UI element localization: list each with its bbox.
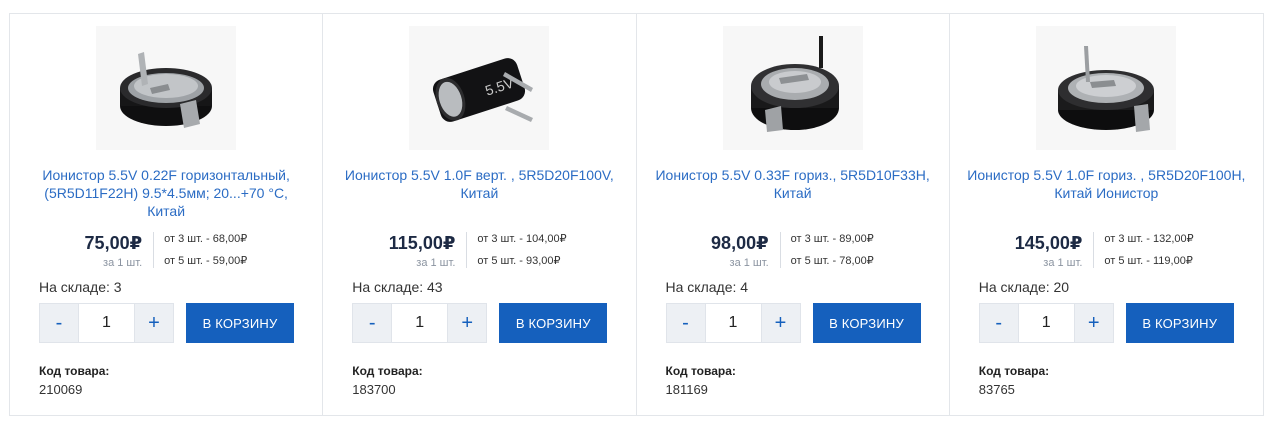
- price-tier-3: от 3 шт. - 104,00₽: [477, 233, 567, 245]
- decrease-button[interactable]: -: [666, 304, 705, 342]
- product-card: 5.5V Ионистор 5.5V 1.0F верт. , 5R5D20F1…: [323, 14, 637, 415]
- increase-button[interactable]: +: [761, 304, 800, 342]
- price-tiers: от 3 шт. - 132,00₽ от 5 шт. - 119,00₽: [1104, 232, 1193, 276]
- product-card: Ионистор 5.5V 0.22F горизонтальный, (5R5…: [10, 14, 324, 415]
- price-main: 145,00₽ за 1 шт.: [1015, 232, 1083, 270]
- price-tiers: от 3 шт. - 89,00₽ от 5 шт. - 78,00₽: [791, 232, 874, 276]
- product-image[interactable]: [722, 26, 863, 150]
- price-tier-5: от 5 шт. - 59,00₽: [164, 255, 248, 267]
- add-to-cart-button[interactable]: В КОРЗИНУ: [1125, 303, 1234, 343]
- quantity-stepper: - +: [978, 303, 1114, 343]
- price-block: 145,00₽ за 1 шт. от 3 шт. - 132,00₽ от 5…: [950, 232, 1263, 272]
- decrease-button[interactable]: -: [353, 304, 392, 342]
- price-divider: [1093, 232, 1095, 268]
- price-value: 75,00₽: [84, 233, 143, 253]
- product-code-label: Код товара:: [665, 364, 736, 378]
- price-tier-5: от 5 шт. - 119,00₽: [1104, 255, 1193, 267]
- price-block: 75,00₽ за 1 шт. от 3 шт. - 68,00₽ от 5 ш…: [10, 232, 322, 272]
- price-tiers: от 3 шт. - 68,00₽ от 5 шт. - 59,00₽: [164, 232, 247, 276]
- price-main: 115,00₽ за 1 шт.: [389, 232, 456, 270]
- product-code-value: 181169: [665, 382, 708, 397]
- product-code-label: Код товара:: [39, 364, 110, 378]
- price-unit: за 1 шт.: [103, 257, 143, 269]
- quantity-stepper: - +: [665, 303, 801, 343]
- product-card: Ионистор 5.5V 1.0F гориз. , 5R5D20F100H,…: [950, 14, 1263, 415]
- quantity-input[interactable]: [78, 304, 135, 342]
- price-value: 115,00₽: [388, 233, 456, 253]
- decrease-button[interactable]: -: [979, 304, 1018, 342]
- product-code-label: Код товара:: [352, 364, 423, 378]
- price-unit: за 1 шт.: [1043, 257, 1083, 269]
- price-divider: [153, 232, 155, 268]
- product-code-value: 183700: [352, 382, 396, 397]
- price-tier-3: от 3 шт. - 132,00₽: [1104, 233, 1194, 245]
- increase-button[interactable]: +: [1074, 304, 1113, 342]
- product-image[interactable]: 5.5V: [409, 26, 550, 150]
- price-block: 98,00₽ за 1 шт. от 3 шт. - 89,00₽ от 5 ш…: [637, 232, 949, 272]
- price-divider: [466, 232, 468, 268]
- product-code-value: 210069: [39, 382, 83, 397]
- product-image[interactable]: [96, 26, 237, 150]
- quantity-input[interactable]: [391, 304, 449, 342]
- add-to-cart-button[interactable]: В КОРЗИНУ: [499, 303, 608, 343]
- product-title-link[interactable]: Ионистор 5.5V 1.0F гориз. , 5R5D20F100H,…: [964, 166, 1249, 202]
- price-divider: [779, 232, 781, 268]
- price-value: 145,00₽: [1014, 233, 1083, 253]
- quantity-input[interactable]: [1017, 304, 1075, 342]
- product-title-link[interactable]: Ионистор 5.5V 1.0F верт. , 5R5D20F100V, …: [337, 166, 621, 202]
- product-card: Ионистор 5.5V 0.33F гориз., 5R5D10F33H, …: [637, 14, 950, 415]
- price-tier-3: от 3 шт. - 89,00₽: [790, 233, 874, 245]
- price-value: 98,00₽: [711, 233, 769, 253]
- stock-status: На складе: 20: [978, 279, 1070, 295]
- price-unit: за 1 шт.: [729, 257, 769, 269]
- price-unit: за 1 шт.: [416, 257, 456, 269]
- product-code-label: Код товара:: [978, 364, 1050, 378]
- add-to-cart-button[interactable]: В КОРЗИНУ: [812, 303, 921, 343]
- price-main: 98,00₽ за 1 шт.: [711, 232, 769, 270]
- quantity-stepper: - +: [39, 303, 174, 343]
- price-tier-3: от 3 шт. - 68,00₽: [164, 233, 248, 245]
- increase-button[interactable]: +: [448, 304, 487, 342]
- quantity-stepper: - +: [352, 303, 488, 343]
- price-main: 75,00₽ за 1 шт.: [85, 232, 143, 270]
- product-grid: Ионистор 5.5V 0.22F горизонтальный, (5R5…: [9, 13, 1264, 416]
- stock-status: На складе: 43: [352, 279, 443, 295]
- price-tier-5: от 5 шт. - 93,00₽: [477, 255, 561, 267]
- product-title-link[interactable]: Ионистор 5.5V 0.22F горизонтальный, (5R5…: [24, 166, 308, 220]
- stock-status: На складе: 3: [39, 279, 122, 295]
- product-title-link[interactable]: Ионистор 5.5V 0.33F гориз., 5R5D10F33H, …: [651, 166, 935, 202]
- quantity-input[interactable]: [704, 304, 762, 342]
- decrease-button[interactable]: -: [40, 304, 78, 342]
- product-image[interactable]: [1036, 26, 1177, 150]
- price-tier-5: от 5 шт. - 78,00₽: [790, 255, 874, 267]
- product-code-value: 83765: [978, 382, 1015, 397]
- increase-button[interactable]: +: [135, 304, 173, 342]
- stock-status: На складе: 4: [665, 279, 749, 295]
- price-block: 115,00₽ за 1 шт. от 3 шт. - 104,00₽ от 5…: [323, 232, 635, 272]
- add-to-cart-button[interactable]: В КОРЗИНУ: [186, 303, 294, 343]
- price-tiers: от 3 шт. - 104,00₽ от 5 шт. - 93,00₽: [477, 232, 566, 276]
